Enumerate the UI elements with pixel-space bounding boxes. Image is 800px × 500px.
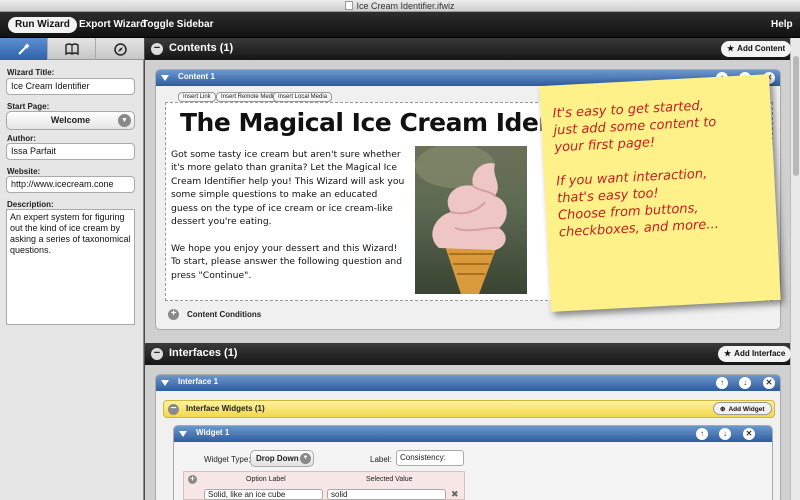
widget-type-value: Drop Down: [256, 454, 299, 463]
run-wizard-button[interactable]: Run Wizard: [8, 17, 77, 33]
compass-icon: [113, 42, 127, 56]
close-icon[interactable]: ✕: [743, 428, 755, 440]
widget-header: Widget 1 ↑ ↓ ✕: [174, 426, 772, 442]
document-icon: [345, 1, 354, 10]
collapse-icon[interactable]: −: [151, 43, 163, 55]
interfaces-title: Interfaces (1): [169, 347, 238, 359]
main-scrollbar[interactable]: [790, 38, 800, 500]
widget-title: Widget 1: [196, 428, 230, 437]
label-field[interactable]: Consistency:: [396, 450, 464, 466]
sidebar-tabs: [0, 38, 144, 60]
widget-type-select[interactable]: Drop Down ▼: [250, 450, 314, 467]
collapse-icon[interactable]: −: [151, 348, 163, 360]
tab-book[interactable]: [48, 38, 96, 60]
sidebar: Wizard Title: Ice Cream Identifier Start…: [0, 38, 144, 500]
selected-value-header: Selected Value: [366, 476, 413, 483]
page-paragraph-1: Got some tasty ice cream but aren't sure…: [171, 149, 405, 228]
disclosure-icon[interactable]: [161, 380, 169, 386]
author-label: Author:: [7, 134, 36, 143]
selected-value-input[interactable]: solid: [327, 489, 446, 500]
expand-icon[interactable]: +: [168, 309, 179, 320]
widget-type-label: Widget Type:: [204, 455, 251, 464]
add-content-button[interactable]: ★ Add Content: [721, 41, 792, 57]
ice-cream-cone-icon: [415, 146, 507, 294]
star-icon: ★: [724, 349, 732, 358]
label-field-label: Label:: [370, 455, 392, 464]
disclosure-icon[interactable]: [161, 75, 169, 81]
ice-cream-image: [415, 146, 527, 294]
start-page-value: Welcome: [50, 115, 91, 125]
start-page-label: Start Page:: [7, 102, 50, 111]
book-icon: [64, 43, 79, 55]
delete-option-icon[interactable]: ✖: [451, 489, 459, 500]
option-label-header: Option Label: [246, 476, 286, 483]
move-down-icon[interactable]: ↓: [719, 428, 731, 440]
website-label: Website:: [7, 167, 41, 176]
disclosure-icon[interactable]: [179, 431, 187, 437]
wand-icon: [17, 43, 30, 55]
insert-local-media-button[interactable]: Insert Local Media: [273, 92, 333, 102]
sticky-note: It's easy to get started, just add some …: [539, 74, 781, 312]
star-icon: ★: [727, 44, 735, 53]
start-page-select[interactable]: Welcome ▼: [6, 111, 135, 130]
move-up-icon[interactable]: ↑: [716, 377, 728, 389]
scrollbar-thumb[interactable]: [793, 56, 799, 176]
interface-item-title: Interface 1: [178, 377, 219, 386]
interface-item-header: Interface 1 ↑ ↓ ✕: [156, 375, 780, 391]
window-titlebar: Ice Cream Identifier.ifwiz: [0, 0, 800, 12]
contents-section-header: − Contents (1) ★ Add Content: [145, 38, 792, 60]
description-label: Description:: [7, 200, 54, 209]
insert-remote-media-button[interactable]: Insert Remote Media: [216, 92, 282, 102]
plus-icon: ⊕: [720, 406, 726, 413]
interface-widgets-header: − Interface Widgets (1) ⊕ Add Widget: [163, 400, 775, 418]
add-content-label: Add Content: [737, 44, 786, 53]
toolbar: Run Wizard Export Wizard Toggle Sidebar …: [0, 12, 800, 38]
interface-widgets-title: Interface Widgets (1): [186, 404, 265, 413]
add-widget-button[interactable]: ⊕ Add Widget: [713, 402, 772, 415]
collapse-icon[interactable]: −: [168, 404, 179, 415]
toggle-sidebar-button[interactable]: Toggle Sidebar: [135, 17, 221, 33]
close-icon[interactable]: ✕: [763, 377, 775, 389]
content-conditions-label: Content Conditions: [187, 310, 262, 319]
add-interface-button[interactable]: ★ Add Interface: [718, 346, 792, 362]
tab-wizard-settings[interactable]: [0, 38, 48, 60]
interfaces-section-header: − Interfaces (1) ★ Add Interface: [145, 343, 792, 365]
wizard-title-field[interactable]: Ice Cream Identifier: [6, 78, 135, 95]
help-button[interactable]: Help: [764, 17, 800, 33]
add-interface-label: Add Interface: [734, 349, 786, 358]
wizard-title-label: Wizard Title:: [7, 68, 55, 77]
add-widget-label: Add Widget: [728, 406, 765, 413]
content-item-title: Content 1: [178, 72, 215, 81]
contents-title: Contents (1): [169, 42, 234, 54]
description-field[interactable]: An expert system for figuring out the ki…: [6, 209, 135, 325]
window-title: Ice Cream Identifier.ifwiz: [356, 1, 455, 11]
option-label-input[interactable]: Solid, like an ice cube: [204, 489, 323, 500]
page-paragraph-2: We hope you enjoy your dessert and this …: [171, 242, 403, 281]
page-body: Got some tasty ice cream but aren't sure…: [171, 148, 407, 295]
move-down-icon[interactable]: ↓: [739, 377, 751, 389]
insert-link-button[interactable]: Insert Link: [178, 92, 216, 102]
tab-compass[interactable]: [96, 38, 144, 60]
website-field[interactable]: http://www.icecream.cone: [6, 176, 135, 193]
content-conditions-row[interactable]: + Content Conditions: [165, 306, 773, 322]
move-up-icon[interactable]: ↑: [696, 428, 708, 440]
add-option-icon[interactable]: +: [188, 475, 197, 484]
chevron-down-icon: ▼: [300, 453, 311, 464]
author-field[interactable]: Issa Parfait: [6, 143, 135, 160]
chevron-down-icon: ▼: [118, 114, 131, 127]
